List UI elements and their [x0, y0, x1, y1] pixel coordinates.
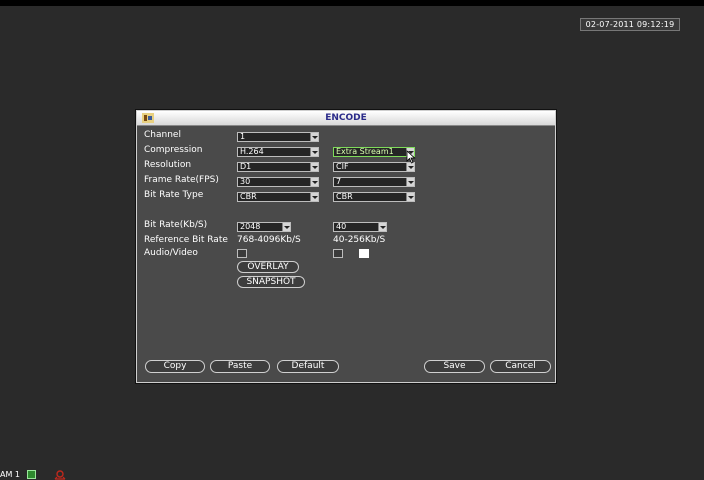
- chevron-down-icon[interactable]: [406, 178, 414, 186]
- default-button[interactable]: Default: [277, 360, 339, 373]
- bit-rate-label: Bit Rate(Kb/S): [144, 220, 208, 230]
- overlay-button[interactable]: OVERLAY: [237, 261, 299, 273]
- bit-rate-value: 2048: [240, 222, 261, 231]
- chevron-down-icon[interactable]: [282, 223, 290, 231]
- audio-video-label: Audio/Video: [144, 248, 198, 258]
- motion-alarm-icon: [54, 470, 66, 480]
- extra-reference-bit-rate-value: 40-256Kb/S: [333, 235, 386, 245]
- compression-label: Compression: [144, 145, 203, 155]
- chevron-down-icon[interactable]: [310, 148, 318, 156]
- extra-resolution-select[interactable]: CIF: [333, 162, 415, 172]
- audio-video-checkbox[interactable]: [237, 249, 247, 258]
- frame-rate-label: Frame Rate(FPS): [144, 175, 219, 185]
- extra-audio-video-checkbox[interactable]: [333, 249, 343, 258]
- mouse-cursor-icon: [406, 150, 416, 164]
- paste-button[interactable]: Paste: [210, 360, 270, 373]
- compression-value: H.264: [240, 147, 264, 156]
- frame-rate-value: 30: [240, 177, 251, 186]
- resolution-value: D1: [240, 162, 252, 171]
- compression-select[interactable]: H.264: [237, 147, 319, 157]
- extra-resolution-value: CIF: [336, 162, 349, 171]
- frame-rate-select[interactable]: 30: [237, 177, 319, 187]
- bit-rate-type-select[interactable]: CBR: [237, 192, 319, 202]
- extra-bit-rate-type-select[interactable]: CBR: [333, 192, 415, 202]
- channel-label: Channel: [144, 130, 181, 140]
- chevron-down-icon[interactable]: [406, 163, 414, 171]
- chevron-down-icon[interactable]: [378, 223, 386, 231]
- bit-rate-type-value: CBR: [240, 192, 257, 201]
- channel-name: AM 1: [0, 470, 21, 479]
- reference-bit-rate-label: Reference Bit Rate: [144, 235, 228, 245]
- channel-select[interactable]: 1: [237, 132, 319, 142]
- top-bar: [0, 0, 704, 6]
- extra-bit-rate-value: 40: [336, 222, 347, 231]
- chevron-down-icon[interactable]: [310, 163, 318, 171]
- chevron-down-icon[interactable]: [310, 193, 318, 201]
- chevron-down-icon[interactable]: [406, 193, 414, 201]
- extra-bit-rate-type-value: CBR: [336, 192, 353, 201]
- bit-rate-type-label: Bit Rate Type: [144, 190, 204, 200]
- stream-value: Extra Stream1: [336, 147, 394, 156]
- extra-video-checkbox[interactable]: [359, 249, 369, 258]
- bit-rate-select[interactable]: 2048: [237, 222, 291, 232]
- save-button[interactable]: Save: [424, 360, 485, 373]
- encode-dialog: ENCODE Channel Compression Resolution Fr…: [136, 110, 556, 383]
- cancel-button[interactable]: Cancel: [490, 360, 551, 373]
- extra-frame-rate-select[interactable]: 7: [333, 177, 415, 187]
- channel-value: 1: [240, 132, 246, 141]
- extra-frame-rate-value: 7: [336, 177, 342, 186]
- record-status-icon: [27, 470, 36, 479]
- chevron-down-icon[interactable]: [310, 178, 318, 186]
- reference-bit-rate-value: 768-4096Kb/S: [237, 235, 301, 245]
- stream-select[interactable]: Extra Stream1: [333, 147, 415, 157]
- resolution-label: Resolution: [144, 160, 192, 170]
- copy-button[interactable]: Copy: [145, 360, 205, 373]
- dialog-titlebar: ENCODE: [137, 111, 555, 126]
- datetime-display: 02-07-2011 09:12:19: [580, 18, 680, 31]
- resolution-select[interactable]: D1: [237, 162, 319, 172]
- chevron-down-icon[interactable]: [310, 133, 318, 141]
- extra-bit-rate-select[interactable]: 40: [333, 222, 387, 232]
- snapshot-button[interactable]: SNAPSHOT: [237, 276, 305, 288]
- dialog-title: ENCODE: [325, 113, 367, 123]
